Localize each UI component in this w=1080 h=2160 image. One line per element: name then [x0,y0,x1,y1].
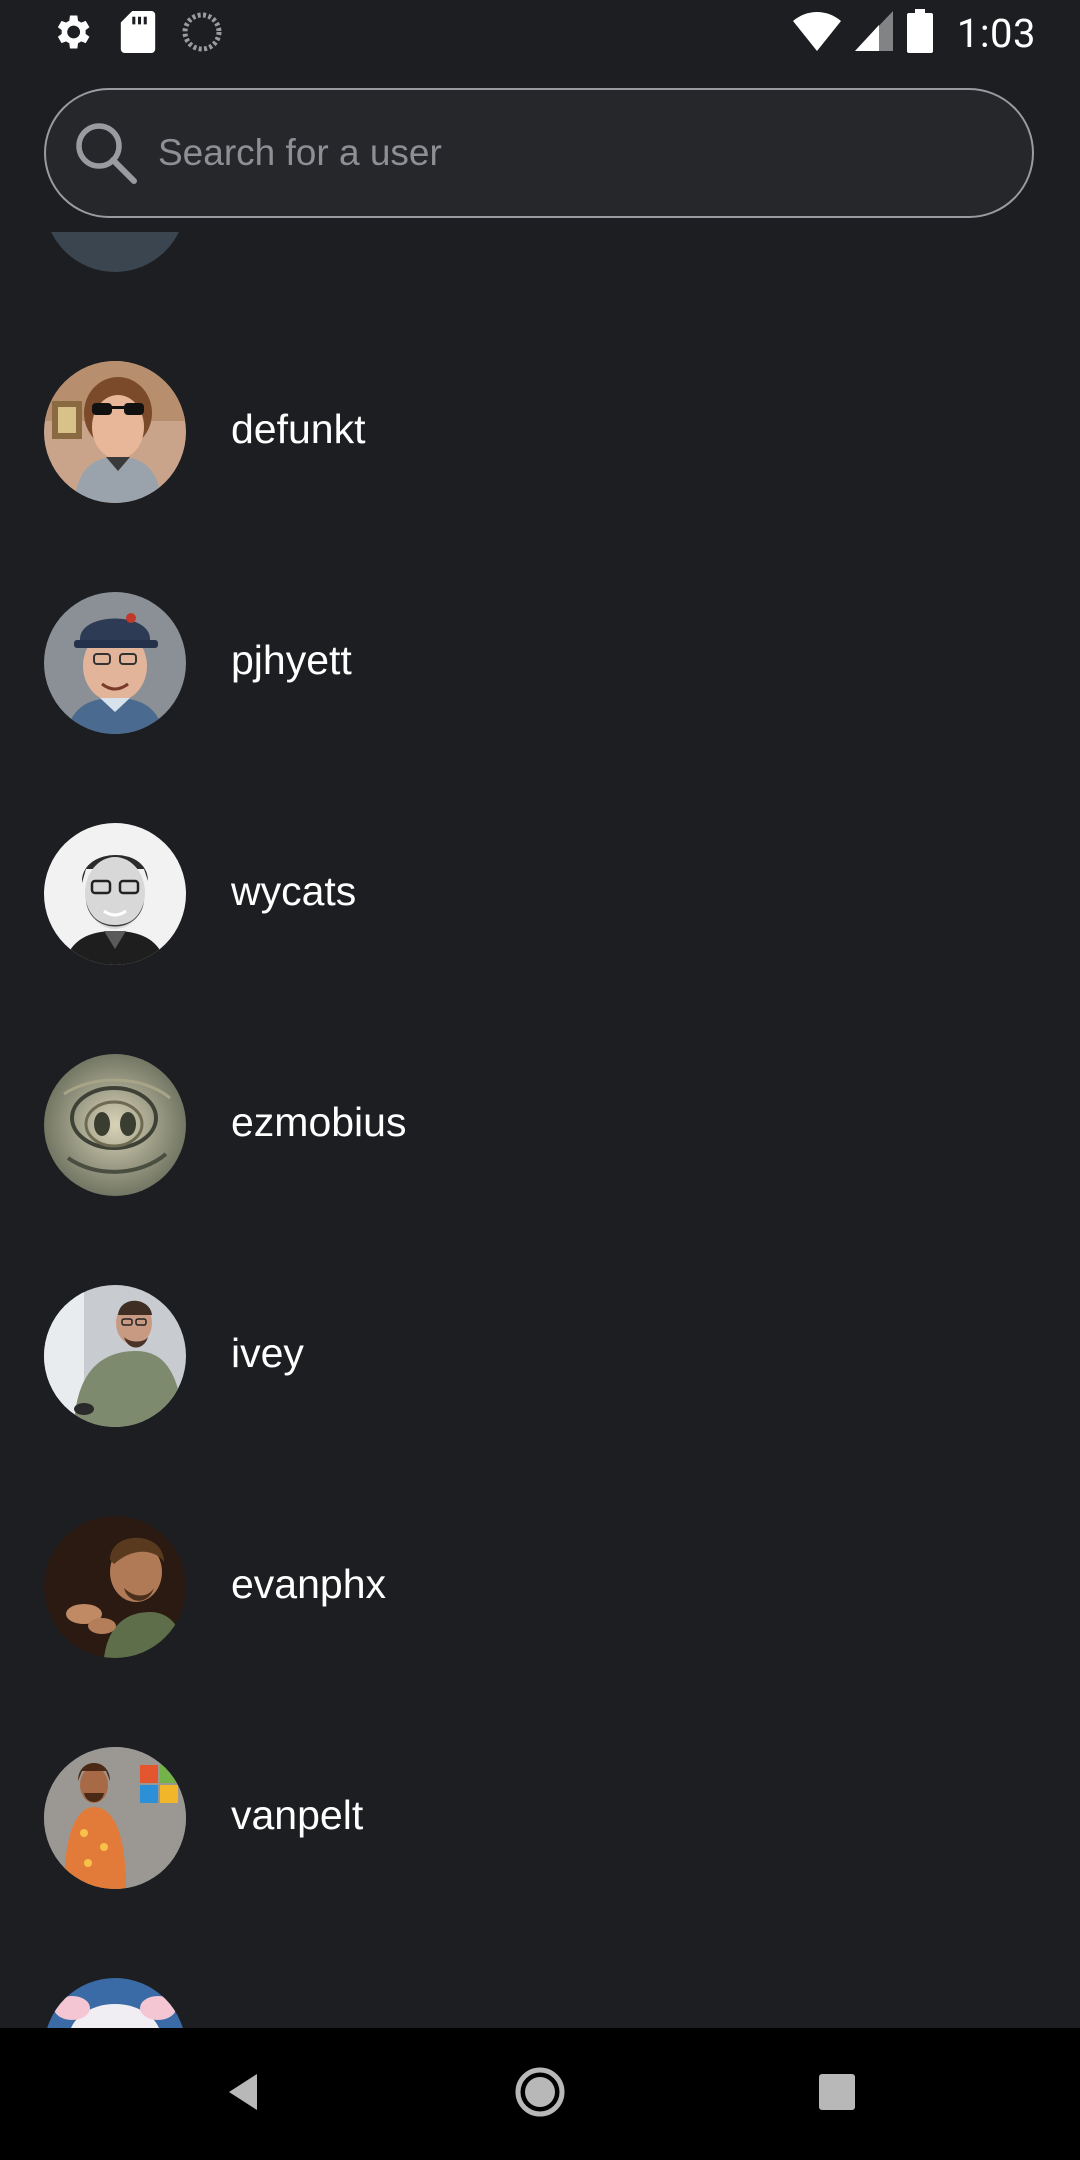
search-icon [70,117,142,189]
username: ezmobius [231,1099,407,1145]
user-list[interactable]: defunkt pjhyett wycats ezmobius ivey eva… [0,232,1080,2028]
list-item[interactable] [0,232,1080,361]
sd-card-icon [120,11,156,57]
avatar [44,1747,186,1889]
recents-button[interactable] [797,2058,877,2130]
search-bar[interactable] [44,88,1034,218]
avatar [44,592,186,734]
username: defunkt [231,406,366,452]
username: ivey [231,1330,304,1376]
gear-icon [50,10,94,58]
navigation-bar [0,2028,1080,2160]
home-button[interactable] [500,2058,580,2130]
avatar [44,232,186,272]
avatar [44,823,186,965]
list-item[interactable]: defunkt [0,361,1080,592]
list-item[interactable]: ivey [0,1285,1080,1516]
list-item[interactable]: pjhyett [0,592,1080,823]
loading-icon [182,12,222,56]
back-icon [221,2068,265,2120]
status-bar-left-icons [50,10,222,58]
home-icon [510,2062,570,2126]
list-item[interactable]: ezmobius [0,1054,1080,1285]
avatar [44,1978,186,2028]
avatar [44,361,186,503]
list-item[interactable]: wycats [0,823,1080,1054]
list-item[interactable]: evanphx [0,1516,1080,1747]
avatar [44,1285,186,1427]
wifi-icon [792,11,841,55]
username: pjhyett [231,637,352,683]
status-bar: 1:03 [0,0,1080,66]
back-button[interactable] [203,2058,283,2130]
user-list-content: defunkt pjhyett wycats ezmobius ivey eva… [0,232,1080,2028]
status-bar-right-icons: 1:03 [792,8,1036,58]
avatar [44,1516,186,1658]
list-item[interactable]: wayneeseguin [0,1978,1080,2028]
avatar [44,1054,186,1196]
username: wycats [231,868,357,914]
recents-icon [817,2072,857,2116]
username: evanphx [231,1561,387,1607]
status-time: 1:03 [956,9,1036,57]
cell-signal-icon [854,11,893,55]
list-item[interactable]: vanpelt [0,1747,1080,1978]
username: vanpelt [231,1792,364,1838]
battery-icon [906,9,933,57]
search-input[interactable] [156,112,1032,194]
